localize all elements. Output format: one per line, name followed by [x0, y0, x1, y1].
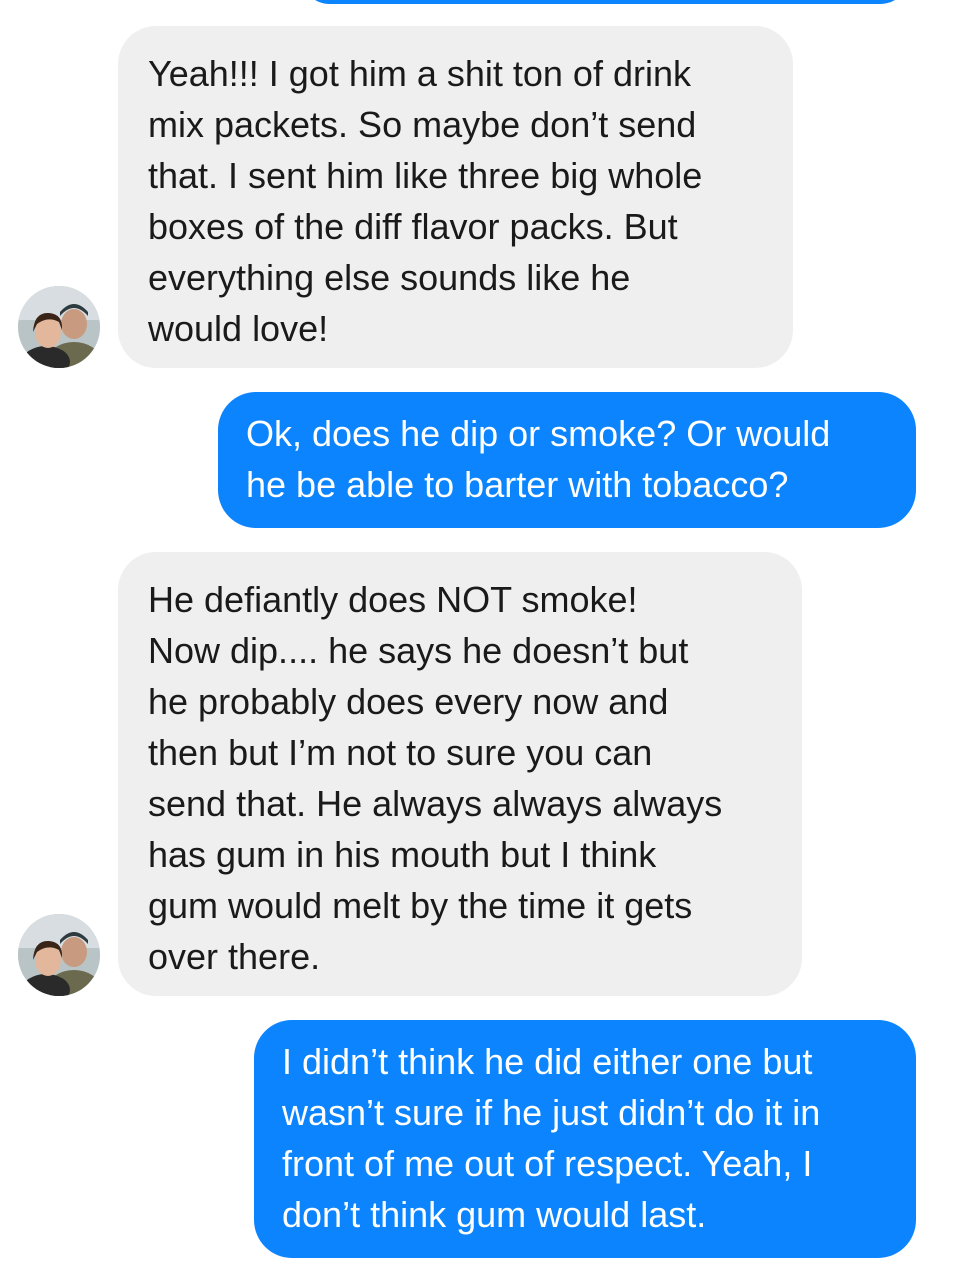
- outgoing-message-bubble[interactable]: I didn’t think he did either one but was…: [254, 1020, 916, 1258]
- incoming-message-bubble[interactable]: Yeah!!! I got him a shit ton of drink mi…: [118, 26, 793, 368]
- contact-avatar-icon[interactable]: [18, 914, 100, 996]
- contact-avatar-icon[interactable]: [18, 286, 100, 368]
- previous-message-bubble[interactable]: [300, 0, 910, 4]
- outgoing-message-bubble[interactable]: Ok, does he dip or smoke? Or would he be…: [218, 392, 916, 528]
- incoming-message-bubble[interactable]: He defiantly does NOT smoke! Now dip....…: [118, 552, 802, 996]
